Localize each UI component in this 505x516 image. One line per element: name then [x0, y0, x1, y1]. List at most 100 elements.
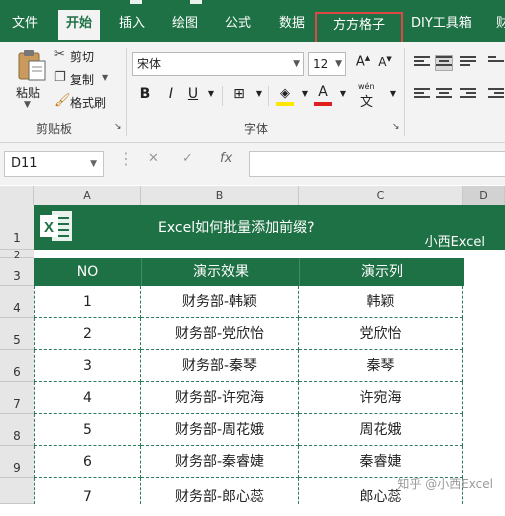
table-cell-no[interactable]: 3 — [34, 350, 141, 382]
align-bottom-icon[interactable] — [460, 56, 476, 70]
row-header-10[interactable] — [0, 478, 34, 504]
banner-brand: 小西Excel — [424, 235, 485, 250]
insert-function-icon[interactable]: fx — [220, 151, 232, 166]
chevron-down-icon[interactable]: ▼ — [384, 89, 402, 98]
table-cell-demo-effect[interactable]: 财务部-秦琴 — [141, 350, 299, 382]
borders-icon[interactable]: ⊞ — [230, 86, 248, 102]
name-box[interactable]: D11 ▼ — [4, 151, 104, 177]
tab-finance[interactable]: 财 — [496, 10, 505, 40]
table-cell-no[interactable]: 1 — [34, 286, 141, 318]
ribbon-home: 粘贴 ▼ ✂ 剪切 ❐ 复制 ▼ 🖌 格式刷 剪贴板 ↘ 宋体 ▼ 12 ▼ A… — [0, 42, 505, 143]
column-header-c[interactable]: C — [299, 186, 463, 205]
chevron-down-icon: ▼ — [90, 159, 97, 169]
font-size-value: 12 — [313, 57, 329, 71]
table-cell-no[interactable]: 7 — [34, 478, 141, 505]
scissors-icon: ✂ — [54, 47, 65, 62]
format-painter-label: 格式刷 — [70, 96, 107, 110]
banner: X Excel如何批量添加前缀? 小西Excel — [34, 205, 505, 250]
table-header-demo-column: 演示列 — [299, 258, 464, 286]
bold-button[interactable]: B — [136, 86, 154, 102]
watermark: 知乎 @小西Excel — [397, 477, 493, 491]
cancel-icon[interactable]: ✕ — [148, 151, 159, 166]
table-cell-demo-column[interactable]: 许宛海 — [299, 382, 463, 414]
table-cell-demo-column[interactable]: 周花娥 — [299, 414, 463, 446]
table-cell-demo-effect[interactable]: 财务部-周花娥 — [141, 414, 299, 446]
phonetic-button[interactable]: wén 文 — [356, 82, 386, 110]
tab-draw[interactable]: 绘图 — [172, 10, 198, 40]
column-header-b[interactable]: B — [141, 186, 299, 205]
font-color-button[interactable]: A — [314, 84, 334, 106]
table-cell-demo-column[interactable]: 党欣怡 — [299, 318, 463, 350]
tab-data[interactable]: 数据 — [279, 10, 305, 40]
chevron-down-icon[interactable]: ▼ — [250, 89, 268, 98]
table-header-no: NO — [34, 258, 141, 286]
row-header-3[interactable]: 3 — [0, 258, 34, 286]
copy-button[interactable]: ❐ 复制 ▼ — [54, 70, 114, 88]
align-middle-icon[interactable] — [435, 55, 453, 71]
table-cell-demo-column[interactable]: 秦琴 — [299, 350, 463, 382]
table-cell-demo-column[interactable]: 韩颖 — [299, 286, 463, 318]
ribbon-tab-bar: 文件 开始 插入 绘图 公式 数据 方方格子 DIY工具箱 财 — [0, 10, 505, 48]
column-header-a[interactable]: A — [34, 186, 141, 205]
tab-diy-toolbox[interactable]: DIY工具箱 — [411, 10, 472, 40]
chevron-down-icon[interactable]: ▼ — [202, 89, 220, 98]
row-header-7[interactable]: 7 — [0, 382, 34, 414]
fill-color-swatch — [276, 102, 294, 106]
paste-button[interactable]: 粘贴 ▼ — [10, 46, 50, 116]
tab-file[interactable]: 文件 — [12, 10, 38, 40]
table-cell-demo-effect[interactable]: 财务部-郎心蕊 — [141, 478, 299, 505]
italic-button[interactable]: I — [162, 86, 180, 102]
row-header-5[interactable]: 5 — [0, 318, 34, 350]
align-left-icon[interactable] — [414, 88, 430, 102]
font-group-label: 字体 — [244, 122, 269, 136]
divider — [222, 86, 223, 106]
font-color-swatch — [314, 102, 332, 106]
font-size-select[interactable]: 12 ▼ — [308, 52, 346, 76]
shrink-font-icon[interactable]: A▼ — [376, 55, 394, 69]
align-center-icon[interactable] — [436, 88, 452, 102]
dialog-launcher-icon[interactable]: ↘ — [392, 122, 400, 132]
grow-font-icon[interactable]: A▲ — [354, 54, 372, 69]
indent-icon[interactable] — [488, 88, 504, 102]
align-right-icon[interactable] — [460, 88, 476, 102]
select-all-corner[interactable] — [0, 186, 34, 205]
confirm-icon[interactable]: ✓ — [182, 151, 193, 166]
table-cell-demo-effect[interactable]: 财务部-秦睿婕 — [141, 446, 299, 478]
table-cell-demo-effect[interactable]: 财务部-党欣怡 — [141, 318, 299, 350]
row-header-6[interactable]: 6 — [0, 350, 34, 382]
table-cell-no[interactable]: 6 — [34, 446, 141, 478]
formula-bar: D11 ▼ ⋮ ✕ ✓ fx — [0, 143, 505, 185]
chevron-down-icon[interactable]: ▼ — [296, 89, 314, 98]
tab-home[interactable]: 开始 — [58, 10, 101, 40]
row-header-2[interactable]: 2 — [0, 250, 34, 261]
cut-button[interactable]: ✂ 剪切 — [54, 47, 114, 65]
chevron-down-icon: ▼ — [102, 73, 109, 82]
row-header-1[interactable]: 1 — [0, 205, 34, 250]
clipboard-group-label: 剪贴板 — [36, 122, 73, 136]
font-name-select[interactable]: 宋体 ▼ — [132, 52, 304, 76]
drag-handle-icon[interactable]: ⋮ — [118, 149, 134, 168]
underline-button[interactable]: U — [184, 86, 202, 102]
column-header-d[interactable]: D — [463, 186, 505, 205]
table-cell-no[interactable]: 5 — [34, 414, 141, 446]
dialog-launcher-icon[interactable]: ↘ — [114, 122, 122, 132]
row-header-8[interactable]: 8 — [0, 414, 34, 446]
row-header-9[interactable]: 9 — [0, 446, 34, 478]
tab-insert[interactable]: 插入 — [119, 10, 145, 40]
orientation-icon[interactable] — [488, 56, 504, 70]
table-cell-no[interactable]: 4 — [34, 382, 141, 414]
fill-color-button[interactable]: ◈ — [276, 86, 296, 106]
table-cell-demo-effect[interactable]: 财务部-韩颖 — [141, 286, 299, 318]
align-top-icon[interactable] — [414, 56, 430, 70]
chevron-down-icon[interactable]: ▼ — [334, 89, 352, 98]
formula-input[interactable] — [249, 151, 505, 177]
title-bar — [0, 0, 505, 10]
table-cell-no[interactable]: 2 — [34, 318, 141, 350]
tab-formulas[interactable]: 公式 — [225, 10, 251, 40]
table-cell-demo-column[interactable]: 秦睿婕 — [299, 446, 463, 478]
table-cell-demo-effect[interactable]: 财务部-许宛海 — [141, 382, 299, 414]
format-painter-button[interactable]: 🖌 格式刷 — [54, 93, 116, 111]
row-header-4[interactable]: 4 — [0, 286, 34, 318]
copy-label: 复制 — [70, 73, 95, 87]
chevron-down-icon: ▼ — [293, 59, 300, 69]
